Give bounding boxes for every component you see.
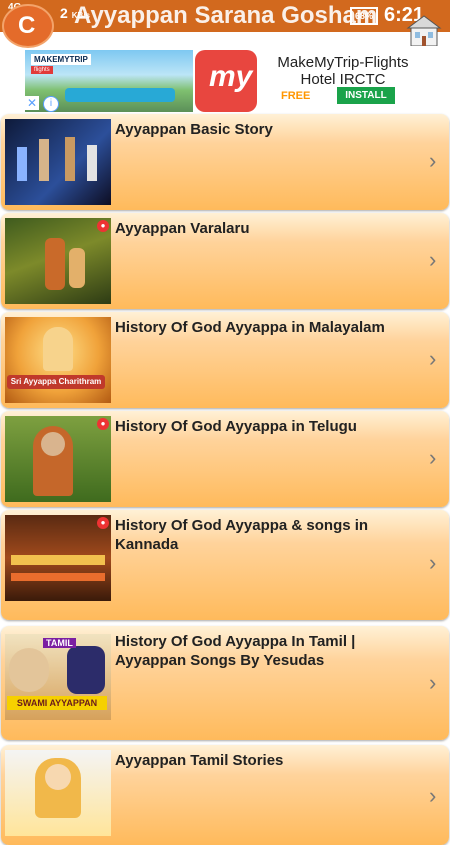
ad-info-icon[interactable]: i bbox=[43, 96, 59, 112]
chevron-right-icon: › bbox=[429, 445, 437, 470]
thumbnail-image: Sri Ayyappa Charithram bbox=[5, 317, 111, 403]
item-title: Ayyappan Varalaru bbox=[115, 220, 250, 237]
item-title: History Of God Ayyappa In Tamil | Ayyapp… bbox=[115, 633, 356, 669]
ad-banner[interactable]: MAKEMYTRIP flights ✕ i my MakeMyTrip-Fli… bbox=[25, 50, 425, 112]
thumbnail-image: ● bbox=[5, 416, 111, 502]
notification-count: 2 bbox=[60, 5, 68, 21]
app-logo[interactable]: C bbox=[2, 4, 54, 48]
clock-suffix: AM bbox=[384, 31, 406, 47]
list-item[interactable]: TAMIL SWAMI AYYAPPAN History Of God Ayya… bbox=[1, 626, 449, 740]
list-item[interactable]: ● History Of God Ayyappa & songs in Kann… bbox=[1, 510, 449, 620]
thumbnail-image: TAMIL SWAMI AYYAPPAN bbox=[5, 634, 111, 720]
ad-app-logo[interactable]: my bbox=[195, 50, 257, 112]
ad-price-label: FREE bbox=[281, 90, 311, 102]
item-title: History Of God Ayyappa in Malayalam bbox=[115, 319, 385, 336]
item-title: History Of God Ayyappa in Telugu bbox=[115, 418, 357, 435]
chevron-right-icon: › bbox=[429, 783, 437, 808]
ad-title[interactable]: MakeMyTrip-Flights Hotel IRCTC bbox=[263, 54, 423, 88]
list-item[interactable]: ● History Of God Ayyappa in Telugu › bbox=[1, 411, 449, 507]
item-title: Ayyappan Basic Story bbox=[115, 121, 273, 138]
status-bar: 4G 2 KB/s Ayyappan Sarana Gosham 68% 6:2… bbox=[0, 0, 450, 47]
ad-brand: MAKEMYTRIP bbox=[31, 54, 91, 65]
channel-badge-icon: ● bbox=[97, 220, 109, 232]
chevron-right-icon: › bbox=[429, 148, 437, 173]
list-item[interactable]: ● Ayyappan Varalaru › bbox=[1, 213, 449, 309]
list-item[interactable]: Ayyappan Tamil Stories › bbox=[1, 745, 449, 845]
ad-install-button[interactable]: INSTALL bbox=[337, 87, 395, 104]
channel-badge-icon: ● bbox=[97, 418, 109, 430]
chevron-right-icon: › bbox=[429, 346, 437, 371]
item-title: Ayyappan Tamil Stories bbox=[115, 752, 284, 769]
chevron-right-icon: › bbox=[429, 247, 437, 272]
thumbnail-tag: TAMIL bbox=[43, 638, 76, 648]
home-icon[interactable] bbox=[404, 14, 444, 46]
ad-close-icon[interactable]: ✕ bbox=[25, 96, 39, 110]
list-item[interactable]: Ayyappan Basic Story › bbox=[1, 114, 449, 210]
thumbnail-image: ● bbox=[5, 218, 111, 304]
item-title: History Of God Ayyappa & songs in Kannad… bbox=[115, 517, 369, 553]
thumbnail-image bbox=[5, 119, 111, 205]
thumbnail-image bbox=[5, 750, 111, 836]
ad-pool-graphic bbox=[65, 88, 175, 102]
chevron-right-icon: › bbox=[429, 670, 437, 695]
ad-tag: flights bbox=[31, 66, 53, 74]
channel-badge-icon: ● bbox=[97, 517, 109, 529]
chevron-right-icon: › bbox=[429, 550, 437, 575]
battery-indicator: 68% bbox=[350, 7, 378, 25]
app-title: Ayyappan Sarana Gosham bbox=[74, 2, 378, 29]
thumbnail-banner: SWAMI AYYAPPAN bbox=[7, 696, 107, 710]
thumbnail-banner: Sri Ayyappa Charithram bbox=[7, 375, 105, 389]
app-logo-letter: C bbox=[18, 12, 36, 39]
ad-logo-text: my bbox=[209, 60, 253, 93]
list-item[interactable]: Sri Ayyappa Charithram History Of God Ay… bbox=[1, 312, 449, 408]
thumbnail-image: ● bbox=[5, 515, 111, 601]
